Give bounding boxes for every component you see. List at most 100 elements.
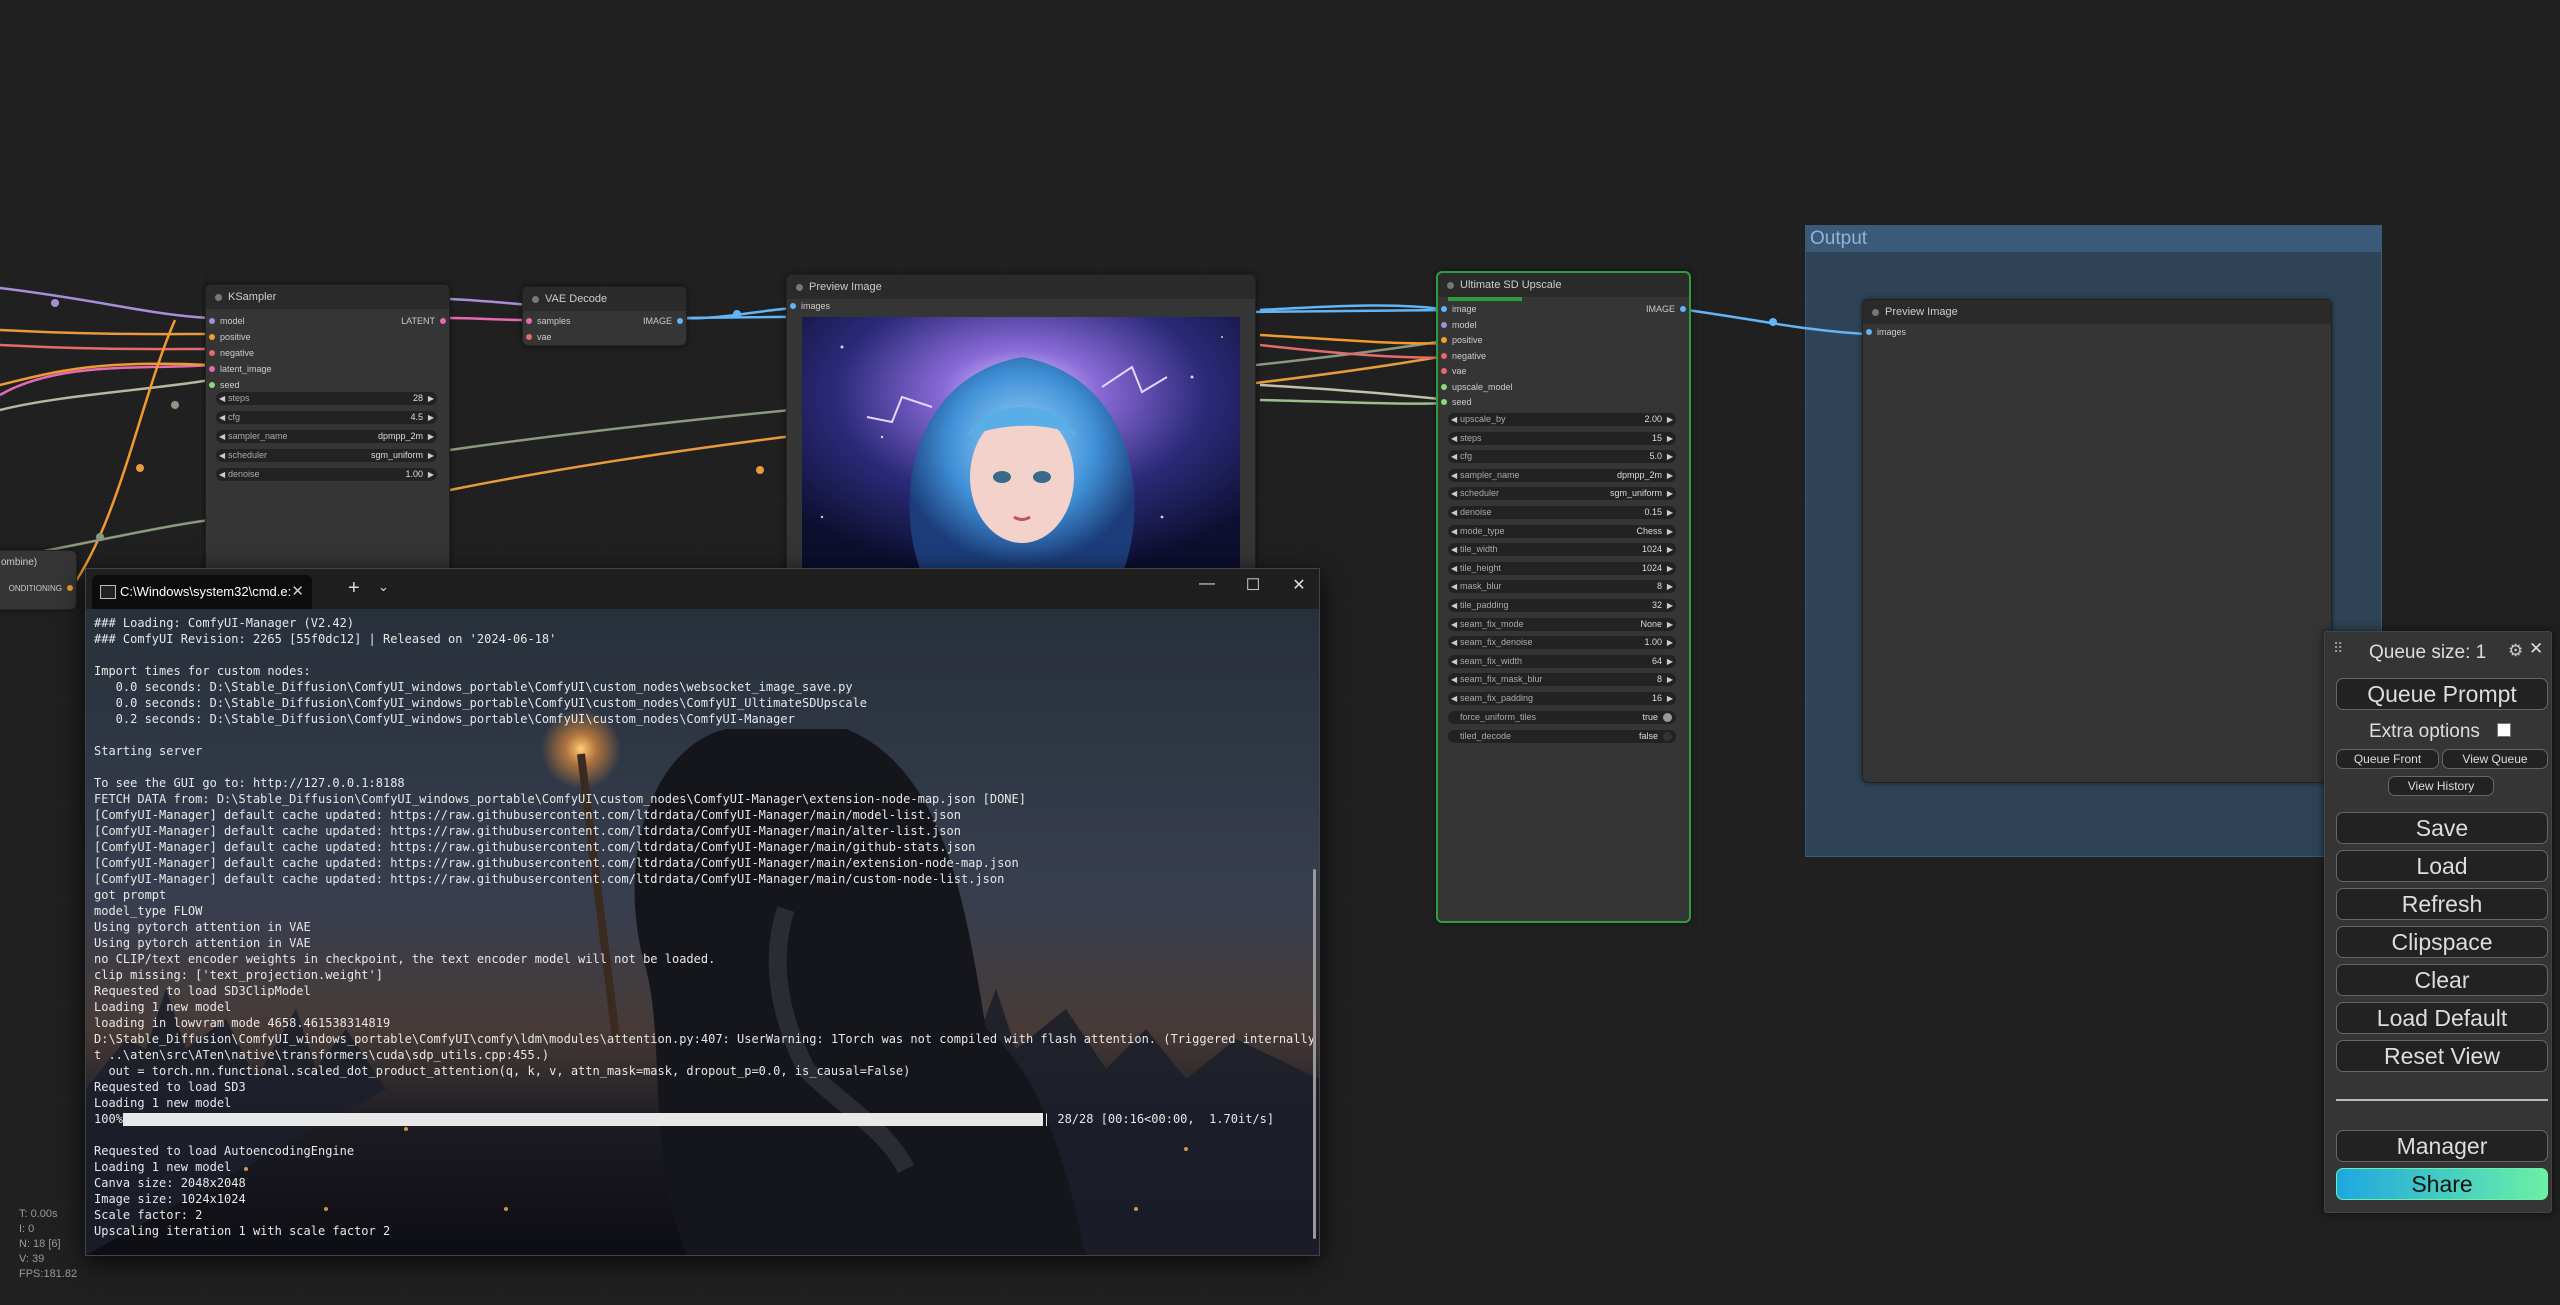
decrement-arrow-icon[interactable]: ◀ xyxy=(1451,673,1457,686)
decrement-arrow-icon[interactable]: ◀ xyxy=(219,392,225,405)
cmd-terminal-window[interactable]: C:\Windows\system32\cmd.e: ✕ + ⌄ — ☐ ✕ #… xyxy=(85,568,1320,1256)
queue-panel[interactable]: ⠿ Queue size: 1 ⚙ ✕ Queue Prompt Extra o… xyxy=(2324,631,2552,1213)
reset-view-button[interactable]: Reset View xyxy=(2336,1040,2548,1072)
input-pin[interactable] xyxy=(526,334,532,340)
input-slot-positive[interactable]: positive xyxy=(1438,333,1483,347)
view-queue-button[interactable]: View Queue xyxy=(2442,749,2548,769)
widget-seam-fix-mask-blur[interactable]: ◀ seam_fix_mask_blur 8 ▶ xyxy=(1448,673,1676,687)
minimize-button[interactable]: — xyxy=(1187,575,1227,593)
node-title-bar[interactable]: Preview Image xyxy=(787,275,1255,299)
widget-cfg[interactable]: ◀ cfg 5.0 ▶ xyxy=(1448,450,1676,464)
node-title-bar[interactable]: Ultimate SD Upscale xyxy=(1438,273,1689,301)
terminal-titlebar[interactable]: C:\Windows\system32\cmd.e: ✕ + ⌄ — ☐ ✕ xyxy=(86,569,1319,609)
decrement-arrow-icon[interactable]: ◀ xyxy=(1451,636,1457,649)
save-button[interactable]: Save xyxy=(2336,812,2548,844)
decrement-arrow-icon[interactable]: ◀ xyxy=(1451,413,1457,426)
widget-denoise[interactable]: ◀ denoise 0.15 ▶ xyxy=(1448,506,1676,519)
decrement-arrow-icon[interactable]: ◀ xyxy=(219,468,225,481)
terminal-scrollbar[interactable] xyxy=(1313,869,1316,1239)
increment-arrow-icon[interactable]: ▶ xyxy=(1667,580,1673,593)
input-pin[interactable] xyxy=(1441,321,1447,328)
widget-tile-height[interactable]: ◀ tile_height 1024 ▶ xyxy=(1448,561,1676,575)
output-pin[interactable] xyxy=(1680,306,1686,312)
input-slot-model[interactable]: model xyxy=(206,314,245,328)
preview-image-node[interactable]: Preview Image images xyxy=(786,274,1256,576)
decrement-arrow-icon[interactable]: ◀ xyxy=(1451,655,1457,668)
output-conditioning[interactable]: ONDITIONING xyxy=(9,581,76,595)
load-default-button[interactable]: Load Default xyxy=(2336,1002,2548,1034)
decrement-arrow-icon[interactable]: ◀ xyxy=(219,411,225,424)
node-title-bar[interactable]: KSampler xyxy=(206,285,449,309)
node-title-bar[interactable]: VAE Decode xyxy=(523,287,686,311)
extra-options-checkbox[interactable] xyxy=(2497,723,2511,737)
increment-arrow-icon[interactable]: ▶ xyxy=(1667,525,1673,538)
widget-scheduler[interactable]: ◀ scheduler sgm_uniform ▶ xyxy=(216,449,437,462)
decrement-arrow-icon[interactable]: ◀ xyxy=(219,449,225,462)
decrement-arrow-icon[interactable]: ◀ xyxy=(1451,487,1457,500)
ultimate-sd-upscale-node[interactable]: Ultimate SD Upscale image model positive ne… xyxy=(1436,271,1691,923)
decrement-arrow-icon[interactable]: ◀ xyxy=(1451,692,1457,705)
toggle-tiled-decode[interactable]: tiled_decode false xyxy=(1448,729,1676,743)
decrement-arrow-icon[interactable]: ◀ xyxy=(1451,580,1457,593)
increment-arrow-icon[interactable]: ▶ xyxy=(1667,618,1673,631)
manager-button[interactable]: Manager xyxy=(2336,1130,2548,1162)
increment-arrow-icon[interactable]: ▶ xyxy=(1667,543,1673,556)
input-slot-upscale-model[interactable]: upscale_model xyxy=(1438,380,1513,394)
decrement-arrow-icon[interactable]: ◀ xyxy=(1451,525,1457,538)
increment-arrow-icon[interactable]: ▶ xyxy=(1667,450,1673,463)
decrement-arrow-icon[interactable]: ◀ xyxy=(1451,506,1457,519)
increment-arrow-icon[interactable]: ▶ xyxy=(1667,413,1673,426)
decrement-arrow-icon[interactable]: ◀ xyxy=(1451,543,1457,556)
node-title-bar[interactable]: Preview Image xyxy=(1863,300,2331,324)
input-pin[interactable] xyxy=(209,318,215,324)
increment-arrow-icon[interactable]: ▶ xyxy=(1667,673,1673,686)
input-slot-latent-image[interactable]: latent_image xyxy=(206,362,272,376)
terminal-body[interactable]: ### Loading: ComfyUI-Manager (V2.42) ### … xyxy=(86,609,1319,1255)
widget-mode-type[interactable]: ◀ mode_type Chess ▶ xyxy=(1448,524,1676,538)
widget-upscale-by[interactable]: ◀ upscale_by 2.00 ▶ xyxy=(1448,413,1676,426)
queue-prompt-button[interactable]: Queue Prompt xyxy=(2336,678,2548,710)
widget-tile-padding[interactable]: ◀ tile_padding 32 ▶ xyxy=(1448,599,1676,612)
settings-gear-icon[interactable]: ⚙ xyxy=(2508,641,2523,661)
queue-front-button[interactable]: Queue Front xyxy=(2336,749,2439,769)
increment-arrow-icon[interactable]: ▶ xyxy=(1667,636,1673,649)
input-pin[interactable] xyxy=(1441,368,1447,374)
refresh-button[interactable]: Refresh xyxy=(2336,888,2548,920)
input-slot-model[interactable]: model xyxy=(1438,318,1477,332)
increment-arrow-icon[interactable]: ▶ xyxy=(428,392,434,405)
input-pin[interactable] xyxy=(1441,352,1447,359)
output-pin[interactable] xyxy=(440,318,446,324)
decrement-arrow-icon[interactable]: ◀ xyxy=(1451,450,1457,463)
decrement-arrow-icon[interactable]: ◀ xyxy=(1451,432,1457,445)
input-pin[interactable] xyxy=(526,318,532,324)
input-pin[interactable] xyxy=(1441,306,1447,312)
input-slot-negative[interactable]: negative xyxy=(206,346,254,360)
widget-tile-width[interactable]: ◀ tile_width 1024 ▶ xyxy=(1448,543,1676,557)
increment-arrow-icon[interactable]: ▶ xyxy=(1667,562,1673,575)
preview-image-output-node[interactable]: Preview Image images xyxy=(1862,299,2332,783)
widget-denoise[interactable]: ◀ denoise 1.00 ▶ xyxy=(216,468,437,481)
input-pin[interactable] xyxy=(1866,329,1872,335)
widget-sampler-name[interactable]: ◀ sampler_name dpmpp_2m ▶ xyxy=(1448,468,1676,482)
decrement-arrow-icon[interactable]: ◀ xyxy=(1451,599,1457,612)
conditioning-combine-node[interactable]: ombine) ONDITIONING xyxy=(0,550,77,610)
input-pin[interactable] xyxy=(209,334,215,340)
terminal-tab[interactable]: C:\Windows\system32\cmd.e: ✕ xyxy=(92,575,312,609)
increment-arrow-icon[interactable]: ▶ xyxy=(1667,506,1673,519)
increment-arrow-icon[interactable]: ▶ xyxy=(428,411,434,424)
widget-seam-fix-mode[interactable]: ◀ seam_fix_mode None ▶ xyxy=(1448,617,1676,631)
input-slot-vae[interactable]: vae xyxy=(1438,364,1467,378)
new-tab-button[interactable]: + xyxy=(348,577,360,600)
input-slot-image[interactable]: image xyxy=(1438,302,1477,316)
maximize-button[interactable]: ☐ xyxy=(1233,575,1273,595)
close-panel-icon[interactable]: ✕ xyxy=(2529,639,2543,659)
widget-seam-fix-width[interactable]: ◀ seam_fix_width 64 ▶ xyxy=(1448,654,1676,668)
increment-arrow-icon[interactable]: ▶ xyxy=(1667,692,1673,705)
decrement-arrow-icon[interactable]: ◀ xyxy=(219,430,225,443)
increment-arrow-icon[interactable]: ▶ xyxy=(428,449,434,462)
widget-seam-fix-denoise[interactable]: ◀ seam_fix_denoise 1.00 ▶ xyxy=(1448,636,1676,650)
view-history-button[interactable]: View History xyxy=(2388,776,2494,796)
close-window-button[interactable]: ✕ xyxy=(1279,575,1319,595)
increment-arrow-icon[interactable]: ▶ xyxy=(1667,599,1673,612)
vae-decode-node[interactable]: VAE Decode samples vae IMAGE xyxy=(522,286,687,346)
